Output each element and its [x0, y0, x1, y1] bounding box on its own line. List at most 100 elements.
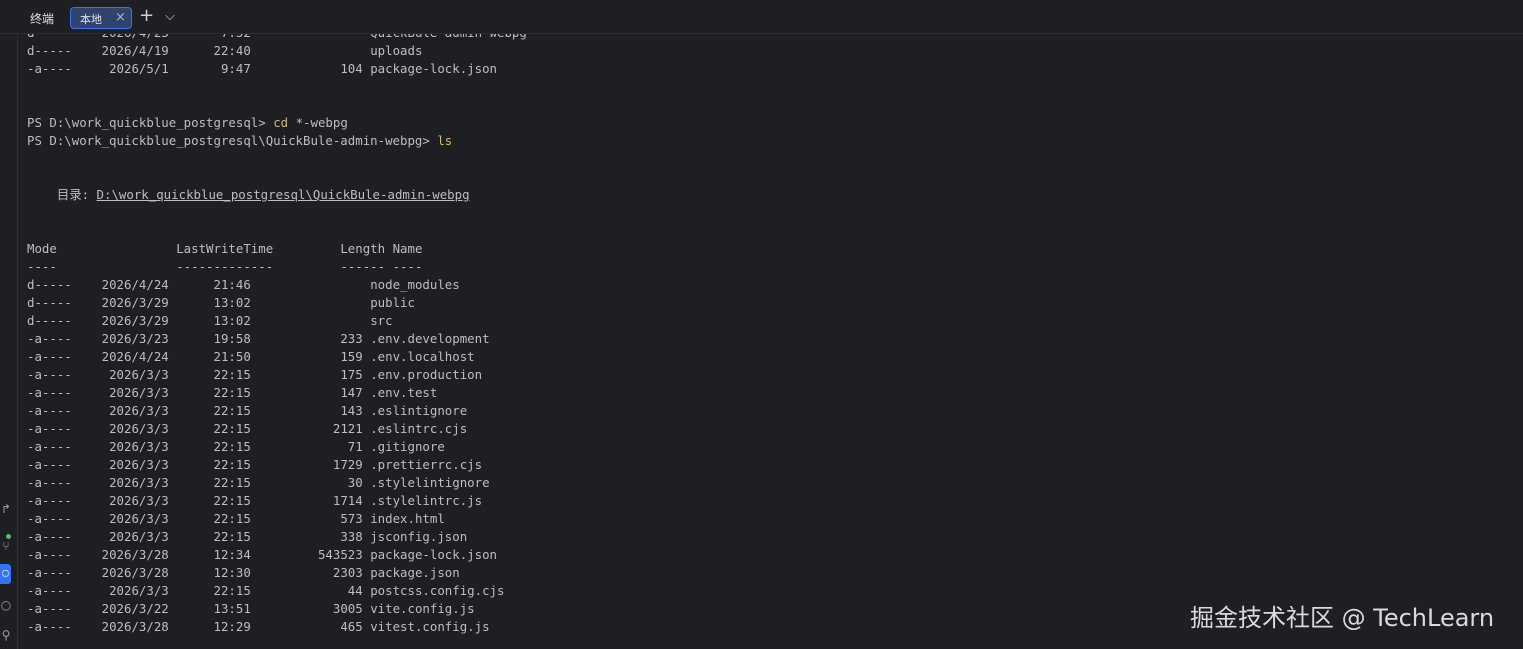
close-icon[interactable]: × — [115, 10, 126, 26]
problems-icon[interactable]: ⚲ — [0, 628, 12, 642]
date-cell: 2026/3/3 — [71, 583, 169, 598]
length-cell: 147 — [250, 385, 363, 400]
mode-cell: -a---- — [27, 493, 72, 508]
tool-window-strip: ↱ ⑂ ▢ ○ ⚲ — [0, 34, 18, 649]
table-row: -a---- 2026/3/3 22:15 2121 .eslintrc.cjs — [27, 420, 527, 438]
services-icon[interactable]: ○ — [0, 598, 12, 612]
name-cell: .gitignore — [370, 439, 445, 454]
date-cell: 2026/4/24 — [71, 349, 169, 364]
date-cell: 2026/3/28 — [71, 619, 169, 634]
length-cell: 2121 — [250, 421, 363, 436]
time-cell: 12:29 — [168, 619, 251, 634]
tab-local[interactable]: 本地 × — [70, 7, 132, 29]
length-cell: 543523 — [250, 547, 363, 562]
mode-cell: d----- — [27, 43, 72, 58]
commit-icon[interactable]: ↱ — [0, 502, 12, 516]
prompt: PS D:\work_quickblue_postgresql\QuickBul… — [27, 133, 438, 148]
time-cell: 22:15 — [168, 583, 251, 598]
length-cell — [251, 43, 363, 58]
date-cell: 2026/4/24 — [71, 277, 169, 292]
time-cell: 13:51 — [168, 601, 251, 616]
add-icon[interactable]: + — [139, 6, 154, 26]
directory-line: 目录: D:\work_quickblue_postgresql\QuickBu… — [27, 186, 527, 204]
mode-cell: -a---- — [27, 367, 72, 382]
mode-cell: -a---- — [27, 601, 72, 616]
table-row: -a---- 2026/3/3 22:15 30 .stylelintignor… — [27, 474, 527, 492]
name-cell: .stylelintignore — [370, 475, 490, 490]
time-cell: 21:50 — [168, 349, 251, 364]
date-cell: 2026/3/3 — [71, 475, 169, 490]
table-row: -a---- 2026/4/24 21:50 159 .env.localhos… — [27, 348, 527, 366]
separator-row: ---- ------------- ------ ---- — [27, 258, 527, 276]
table-row: -a---- 2026/3/3 22:15 1729 .prettierrc.c… — [27, 456, 527, 474]
length-cell: 1729 — [250, 457, 363, 472]
table-row: -a---- 2026/3/3 22:15 147 .env.test — [27, 384, 527, 402]
length-cell: 175 — [250, 367, 363, 382]
mode-cell: d----- — [27, 277, 72, 292]
name-cell: .env.test — [370, 385, 438, 400]
length-cell: 159 — [250, 349, 363, 364]
table-row: d----- 2026/3/29 13:02 src — [27, 312, 527, 330]
git-branch-icon[interactable]: ⑂ — [0, 539, 12, 553]
date-cell: 2026/3/28 — [71, 547, 169, 562]
mode-cell: -a---- — [27, 475, 72, 490]
date-cell: 2026/5/1 — [71, 61, 169, 76]
length-cell — [251, 295, 363, 310]
prompt-line: PS D:\work_quickblue_postgresql> cd *-we… — [27, 114, 527, 132]
time-cell: 22:15 — [168, 475, 251, 490]
length-cell: 338 — [250, 529, 363, 544]
header-length: Length — [273, 241, 386, 256]
time-cell: 12:34 — [168, 547, 251, 562]
length-cell: 465 — [250, 619, 363, 634]
date-cell: 2026/3/29 — [71, 295, 169, 310]
name-cell: package.json — [370, 565, 460, 580]
length-cell: 143 — [250, 403, 363, 418]
name-cell: .env.production — [370, 367, 483, 382]
chevron-down-icon[interactable]: ⌵ — [165, 7, 175, 27]
sep-time: ------------- — [56, 259, 274, 274]
table-row: -a---- 2026/3/3 22:15 1714 .stylelintrc.… — [27, 492, 527, 510]
mode-cell: -a---- — [27, 511, 72, 526]
panel-title: 终端 — [30, 12, 55, 26]
date-cell: 2026/3/3 — [71, 421, 169, 436]
date-cell: 2026/3/3 — [71, 385, 169, 400]
time-cell: 12:30 — [168, 565, 251, 580]
prompt: PS D:\work_quickblue_postgresql> — [27, 115, 274, 130]
length-cell: 30 — [250, 475, 363, 490]
name-cell: package-lock.json — [370, 547, 498, 562]
name-cell: vite.config.js — [370, 601, 475, 616]
directory-label: 目录: — [56, 187, 97, 202]
name-cell: public — [370, 295, 415, 310]
mode-cell: -a---- — [27, 547, 72, 562]
time-cell: 22:15 — [168, 493, 251, 508]
terminal-icon[interactable]: ▢ — [0, 564, 11, 584]
name-cell: .eslintrc.cjs — [370, 421, 468, 436]
length-cell — [251, 313, 363, 328]
date-cell: 2026/3/22 — [71, 601, 169, 616]
sep-length: ------ — [273, 259, 386, 274]
mode-cell: -a---- — [27, 565, 72, 580]
header-row: Mode LastWriteTime Length Name — [27, 240, 527, 258]
tab-label: 本地 — [80, 13, 102, 26]
name-cell: node_modules — [370, 277, 460, 292]
date-cell: 2026/3/23 — [71, 331, 169, 346]
date-cell: 2026/3/3 — [71, 439, 169, 454]
length-cell: 71 — [250, 439, 363, 454]
table-row: -a---- 2026/3/22 13:51 3005 vite.config.… — [27, 600, 527, 618]
table-row: -a---- 2026/3/3 22:15 573 index.html — [27, 510, 527, 528]
table-row: d----- 2026/4/19 22:40 uploads — [27, 42, 527, 60]
name-cell: .prettierrc.cjs — [370, 457, 483, 472]
length-cell: 44 — [250, 583, 363, 598]
name-cell: .eslintignore — [370, 403, 468, 418]
date-cell: 2026/3/3 — [71, 529, 169, 544]
directory-path: D:\work_quickblue_postgresql\QuickBule-a… — [96, 187, 470, 202]
name-cell: src — [370, 313, 393, 328]
date-cell: 2026/3/3 — [71, 511, 169, 526]
time-cell: 22:15 — [168, 457, 251, 472]
name-cell: postcss.config.cjs — [370, 583, 505, 598]
name-cell: jsconfig.json — [370, 529, 468, 544]
mode-cell: -a---- — [27, 457, 72, 472]
terminal-output[interactable]: d----- 2026/4/23 7:52 QuickBule-admin-we… — [27, 24, 527, 636]
